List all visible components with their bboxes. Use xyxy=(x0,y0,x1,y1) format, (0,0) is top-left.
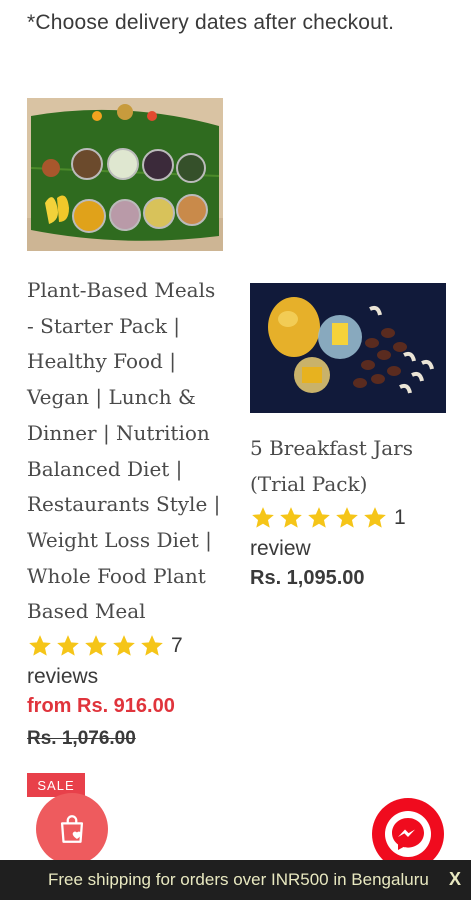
star-icon xyxy=(85,635,107,656)
product-title[interactable]: Plant-Based Meals - Starter Pack | Healt… xyxy=(27,273,227,630)
star-rating xyxy=(250,505,388,531)
star-rating xyxy=(27,633,165,659)
review-label: reviews xyxy=(27,665,99,689)
star-icon xyxy=(364,507,386,529)
compare-price: Rs. 1,076.00 xyxy=(27,728,136,750)
product-card-breakfast-jars[interactable]: 5 Breakfast Jars (Trial Pack) 1 review R… xyxy=(250,283,450,590)
star-icon xyxy=(29,635,51,656)
product-rating: 1 review xyxy=(250,505,450,561)
star-icon xyxy=(141,635,163,656)
review-count: 7 xyxy=(171,634,183,658)
product-title[interactable]: 5 Breakfast Jars (Trial Pack) xyxy=(250,431,450,502)
breakfast-jars-image xyxy=(250,283,446,413)
free-shipping-bar: Free shipping for orders over INR500 in … xyxy=(0,860,471,900)
star-icon xyxy=(336,507,358,529)
star-icon xyxy=(280,507,302,529)
product-price: Rs. 1,095.00 xyxy=(250,567,365,590)
shopping-bag-heart-icon xyxy=(60,815,84,843)
star-icon xyxy=(113,635,135,656)
meal-platter-image xyxy=(27,98,223,251)
product-image-jars[interactable] xyxy=(250,283,446,413)
review-count: 1 xyxy=(394,506,406,530)
product-image-meals[interactable] xyxy=(27,98,223,251)
sale-price: from Rs. 916.00 xyxy=(27,695,175,718)
messenger-icon-wrap xyxy=(385,811,431,857)
delivery-notice: *Choose delivery dates after checkout. xyxy=(27,11,395,34)
review-label: review xyxy=(250,537,311,561)
wishlist-button[interactable] xyxy=(36,793,108,865)
product-rating: 7 reviews xyxy=(27,633,227,689)
product-card-plant-based-meals[interactable]: Plant-Based Meals - Starter Pack | Healt… xyxy=(27,98,227,750)
close-shipping-bar-button[interactable]: X xyxy=(449,869,461,890)
star-icon xyxy=(57,635,79,656)
star-icon xyxy=(308,507,330,529)
shipping-message: Free shipping for orders over INR500 in … xyxy=(48,870,429,889)
messenger-icon xyxy=(392,818,424,850)
star-icon xyxy=(252,507,274,529)
